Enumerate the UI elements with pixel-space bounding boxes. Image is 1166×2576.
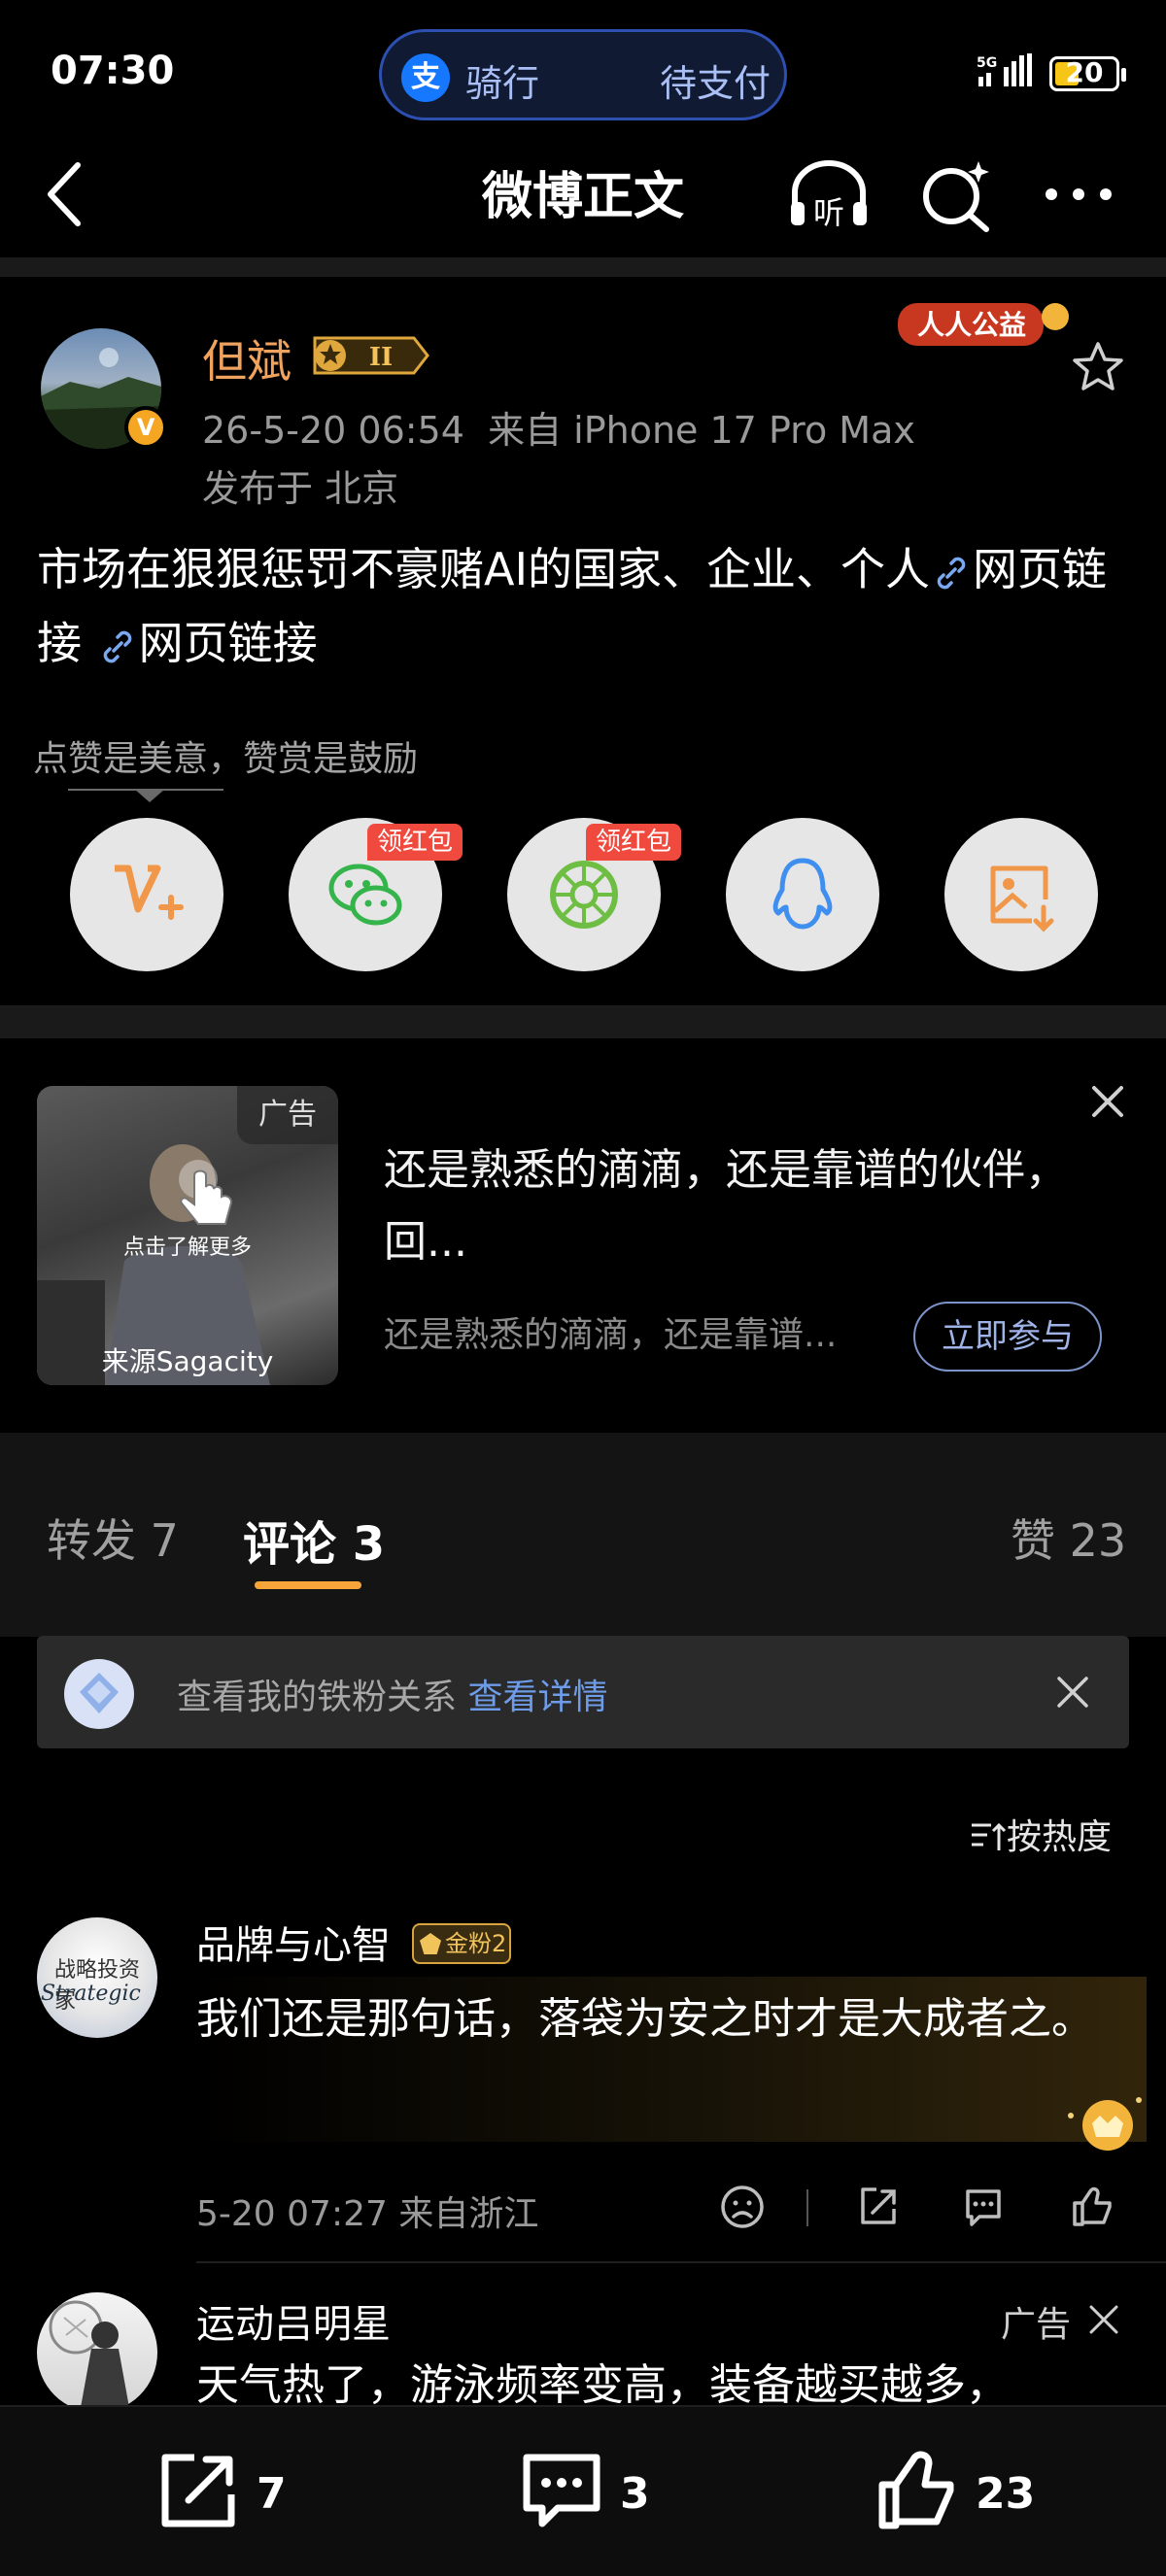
post-location: 发布于 北京	[202, 467, 399, 510]
reward-button[interactable]	[70, 818, 223, 971]
commenter-avatar[interactable]	[37, 2292, 157, 2413]
pill-pay-label: 待支付	[660, 62, 772, 105]
active-tab-indicator	[255, 1581, 361, 1589]
charity-badge[interactable]: 人人公益	[894, 293, 1079, 352]
web-link-2[interactable]: 网页链接	[139, 617, 318, 669]
ad-subtitle: 还是熟悉的滴滴，还是靠谱...	[384, 1315, 838, 1355]
save-image-button[interactable]	[944, 818, 1098, 971]
listen-label: 听	[813, 194, 844, 231]
avatar-book-subtitle: Strategic	[41, 1982, 141, 2006]
post-content: 市场在狠狠惩罚不豪赌AI的国家、企业、个人 网页链接 网页链接	[37, 532, 1135, 680]
battery-level: 20	[1065, 56, 1104, 88]
listen-headphones-icon[interactable]: 听	[785, 155, 873, 233]
hongbao-badge: 领红包	[586, 824, 682, 861]
moments-icon	[550, 861, 618, 929]
gem-icon	[420, 1933, 441, 1954]
more-icon[interactable]	[1040, 180, 1117, 209]
author-name[interactable]: 但斌	[202, 326, 292, 390]
status-time: 07:30	[51, 49, 175, 93]
post-time: 26-5-20 06:54	[202, 409, 464, 452]
crown-decoration-icon	[1068, 2097, 1142, 2151]
sort-label: 按热度	[1007, 1817, 1113, 1857]
qq-penguin-icon	[772, 858, 833, 930]
comment-meta: 5-20 07:27 来自浙江	[196, 2194, 539, 2234]
ad-close-icon[interactable]	[1086, 1080, 1129, 1123]
iron-fan-card[interactable]: 查看我的铁粉关系 查看详情	[37, 1636, 1129, 1748]
comment-ad-tag: 广告	[1001, 2305, 1072, 2345]
commenter-avatar[interactable]: 战略投资家 Strategic	[37, 1917, 157, 2038]
ad-hint: 点击了解更多	[122, 1236, 252, 1260]
gold-fan-label: 金粉2	[445, 1930, 507, 1957]
share-qq-button[interactable]	[726, 818, 879, 971]
gold-fan-badge: 金粉2	[412, 1923, 511, 1964]
divider	[0, 1005, 1166, 1038]
like-thumb-icon	[878, 2451, 954, 2529]
reward-tip: 点赞是美意，赞赏是鼓励	[33, 739, 419, 779]
level-text: II	[369, 343, 393, 372]
charity-text: 人人公益	[917, 309, 1026, 341]
network-label: 5G	[977, 55, 997, 71]
divider	[196, 2261, 1166, 2263]
ad-tag: 广告	[237, 1086, 338, 1144]
comment-ad-close-icon[interactable]	[1086, 2302, 1121, 2337]
iron-fan-text: 查看我的铁粉关系 查看详情	[177, 1669, 607, 1719]
divider	[0, 257, 1166, 277]
action-divider	[806, 2189, 808, 2226]
ad-source: 来源Sagacity	[101, 1345, 274, 1377]
ad-thumbnail[interactable]: 广告 点击了解更多 来源Sagacity	[37, 1086, 338, 1385]
ad-title[interactable]: 还是熟悉的滴滴，还是靠谱的伙伴，回...	[384, 1135, 1122, 1278]
iron-fan-detail-link[interactable]: 查看详情	[467, 1678, 607, 1717]
pill-ride-label: 骑行	[465, 62, 540, 105]
tip-arrow	[134, 789, 165, 802]
alipay-icon: 支	[401, 53, 450, 102]
member-level-badge[interactable]: II	[309, 332, 431, 379]
sort-icon	[972, 1822, 1007, 1850]
comment-text[interactable]: 我们还是那句话，落袋为安之时才是大成者之。	[196, 1983, 1129, 2055]
post-text: 市场在狠狠惩罚不豪赌AI的国家、企业、个人	[37, 543, 931, 595]
repost-count: 7	[257, 2469, 287, 2519]
iron-fan-label: 查看我的铁粉关系	[177, 1678, 458, 1717]
comment-like-icon[interactable]	[1069, 2184, 1115, 2230]
ad-join-button[interactable]: 立即参与	[913, 1302, 1102, 1372]
verified-v-icon: V	[124, 406, 167, 449]
comment-reply-icon[interactable]	[960, 2184, 1007, 2230]
wechat-icon	[328, 864, 402, 926]
signal-icon: 5G	[977, 53, 1032, 86]
dislike-face-icon[interactable]	[719, 2184, 766, 2230]
repost-icon	[161, 2454, 235, 2527]
image-download-icon	[990, 865, 1054, 932]
tab-like[interactable]: 赞 23	[1011, 1506, 1126, 1570]
commenter-name[interactable]: 运动吕明星	[196, 2292, 391, 2349]
link-icon	[937, 557, 966, 589]
iron-fan-icon	[64, 1659, 134, 1729]
favorite-star-icon[interactable]	[1071, 340, 1125, 394]
post-source: 来自 iPhone 17 Pro Max	[488, 409, 915, 452]
tab-repost[interactable]: 转发 7	[47, 1506, 179, 1570]
avatar-player-image	[49, 2300, 130, 2413]
tap-hand-icon	[179, 1160, 233, 1225]
alipay-ride-pill[interactable]: 支 骑行 待支付	[379, 29, 787, 120]
v-plus-reward-icon	[115, 864, 184, 920]
hongbao-badge: 领红包	[367, 824, 463, 861]
ai-search-icon[interactable]	[918, 155, 996, 233]
link-icon	[103, 630, 131, 662]
fan-card-close-icon[interactable]	[1053, 1673, 1092, 1712]
bottom-action-bar: 7 3 23	[0, 2405, 1166, 2576]
battery-icon: 20	[1049, 56, 1126, 91]
sort-by-hot[interactable]: 按热度	[970, 1809, 1112, 1859]
like-count: 23	[976, 2469, 1036, 2519]
post-time-source: 26-5-20 06:54 来自 iPhone 17 Pro Max	[202, 400, 915, 454]
commenter-name[interactable]: 品牌与心智	[196, 1914, 391, 1970]
comment-count: 3	[620, 2469, 650, 2519]
comment-repost-icon[interactable]	[855, 2184, 902, 2230]
tab-comment[interactable]: 评论 3	[243, 1506, 385, 1574]
comment-icon	[523, 2454, 600, 2527]
